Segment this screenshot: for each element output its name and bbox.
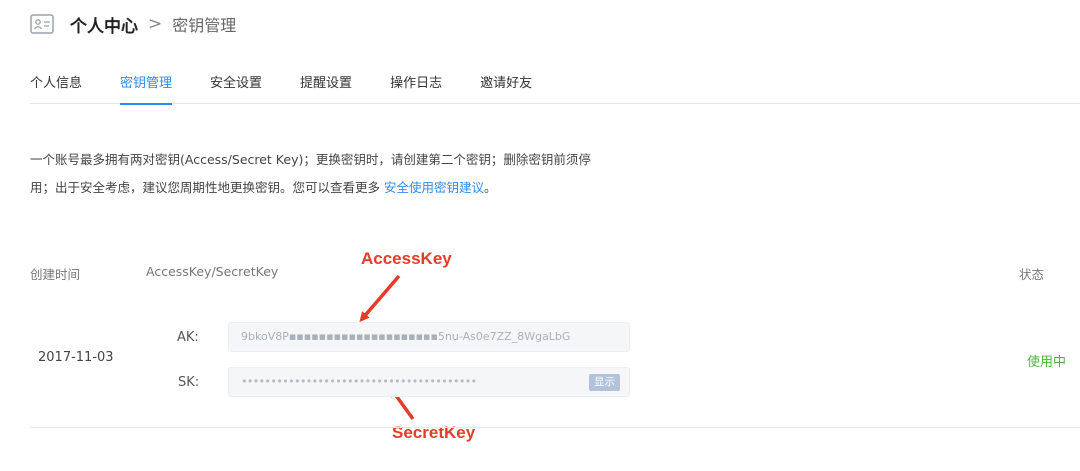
secretkey-annotation: SecretKey xyxy=(392,423,476,442)
description-text: 用；出于安全考虑，建议您周期性地更换密钥。您可以查看更多 xyxy=(30,180,384,195)
secret-key-field[interactable]: ••••••••••••••••••••••••••••••••••••••••… xyxy=(228,367,630,397)
key-created-date: 2017-11-03 xyxy=(38,350,114,365)
profile-card-icon xyxy=(30,14,54,34)
breadcrumb-current: 密钥管理 xyxy=(172,16,237,35)
description-period: 。 xyxy=(484,180,497,195)
accesskey-annotation: AccessKey xyxy=(361,249,452,268)
sk-label: SK: xyxy=(178,375,200,390)
column-header-status: 状态 xyxy=(1019,267,1045,282)
show-secret-button[interactable]: 显示 xyxy=(589,374,620,391)
status-badge: 使用中 xyxy=(1027,355,1067,370)
tab-operation-log[interactable]: 操作日志 xyxy=(390,60,442,104)
tab-key-management[interactable]: 密钥管理 xyxy=(120,60,173,105)
description-line-2: 用；出于安全考虑，建议您周期性地更换密钥。您可以查看更多 安全使用密钥建议。 xyxy=(30,174,640,202)
ak-label: AK: xyxy=(177,330,199,345)
tab-security-settings[interactable]: 安全设置 xyxy=(210,60,262,104)
description-line-1: 一个账号最多拥有两对密钥(Access/Secret Key)；更换密钥时，请创… xyxy=(30,152,591,167)
secret-key-masked: •••••••••••••••••••••••••••••••••••••••• xyxy=(241,375,477,388)
tab-profile-info[interactable]: 个人信息 xyxy=(30,60,82,104)
tab-bar: 个人信息 密钥管理 安全设置 提醒设置 操作日志 邀请好友 xyxy=(30,60,1080,105)
breadcrumb: 个人中心 > 密钥管理 xyxy=(30,10,236,38)
key-policy-description: 一个账号最多拥有两对密钥(Access/Secret Key)；更换密钥时，请创… xyxy=(30,146,640,202)
access-key-field[interactable]: 9bkoV8P▪▪▪▪▪▪▪▪▪▪▪▪▪▪▪▪▪▪▪▪5nu-As0e7ZZ_8… xyxy=(228,322,630,352)
tab-invite-friends[interactable]: 邀请好友 xyxy=(480,60,532,104)
tab-reminder-settings[interactable]: 提醒设置 xyxy=(300,60,352,104)
page-title[interactable]: 个人中心 xyxy=(70,12,138,37)
row-divider xyxy=(30,427,1080,428)
column-header-keys: AccessKey/SecretKey xyxy=(146,264,279,279)
accesskey-arrow xyxy=(359,274,401,323)
breadcrumb-separator: > xyxy=(148,14,163,34)
column-header-created: 创建时间 xyxy=(30,267,81,282)
key-security-advice-link[interactable]: 安全使用密钥建议 xyxy=(384,180,484,195)
